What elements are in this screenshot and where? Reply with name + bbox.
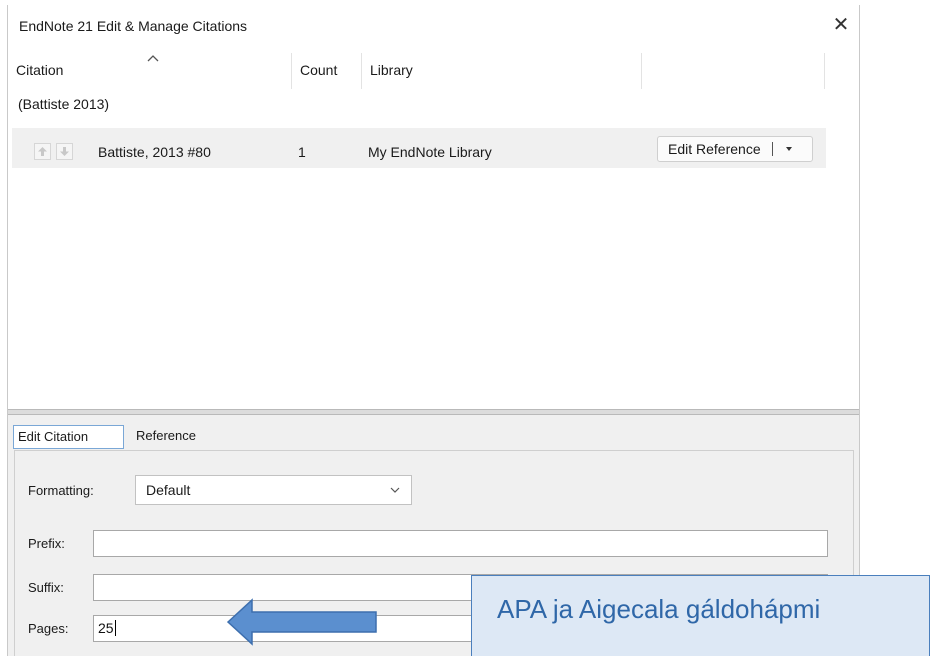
sort-ascending-icon (147, 55, 159, 62)
prefix-field[interactable] (93, 530, 828, 557)
row-count: 1 (298, 144, 306, 160)
tab-edit-citation-label: Edit Citation (18, 429, 89, 444)
formatting-select[interactable]: Default (135, 475, 412, 505)
title-bar: EndNote 21 Edit & Manage Citations ✕ (8, 5, 859, 47)
column-divider[interactable] (641, 53, 642, 89)
annotation-callout: APA ja Aigecala gáldohápmi (471, 575, 930, 656)
arrow-up-icon (38, 147, 47, 156)
suffix-label: Suffix: (28, 580, 64, 595)
close-icon[interactable]: ✕ (829, 14, 853, 38)
formatting-label: Formatting: (28, 483, 94, 498)
annotation-text: APA ja Aigecala gáldohápmi (497, 594, 821, 624)
column-header-count[interactable]: Count (292, 49, 362, 89)
column-header-citation-label: Citation (16, 62, 64, 78)
row-library: My EndNote Library (368, 144, 492, 160)
column-header-library[interactable]: Library (362, 49, 642, 89)
tab-edit-citation[interactable]: Edit Citation (13, 425, 124, 449)
pages-label: Pages: (28, 621, 69, 636)
move-down-button[interactable] (56, 143, 73, 160)
column-header-library-label: Library (370, 62, 413, 78)
pages-value: 25 (98, 620, 114, 636)
dropdown-caret-icon[interactable] (786, 147, 792, 151)
text-cursor (114, 620, 116, 636)
edit-manage-citations-window: EndNote 21 Edit & Manage Citations ✕ Cit… (7, 5, 860, 656)
column-header-count-label: Count (300, 62, 338, 78)
split-button-divider (772, 142, 773, 156)
formatting-selected-value: Default (146, 482, 191, 498)
arrow-down-icon (60, 147, 69, 156)
pointer-arrow-icon (226, 598, 377, 646)
move-up-button[interactable] (34, 143, 51, 160)
window-title: EndNote 21 Edit & Manage Citations (19, 18, 248, 34)
prefix-label: Prefix: (28, 536, 65, 551)
column-divider[interactable] (824, 53, 825, 89)
tab-reference-label: Reference (136, 428, 196, 443)
row-citation: Battiste, 2013 #80 (98, 144, 211, 160)
edit-reference-button[interactable]: Edit Reference (657, 136, 813, 162)
tab-reference[interactable]: Reference (132, 425, 212, 449)
chevron-down-icon (390, 487, 400, 493)
citation-group-label: (Battiste 2013) (18, 96, 110, 112)
edit-reference-label: Edit Reference (668, 141, 761, 157)
citation-list: Citation Count Library (Battiste 2013) B… (8, 49, 859, 417)
